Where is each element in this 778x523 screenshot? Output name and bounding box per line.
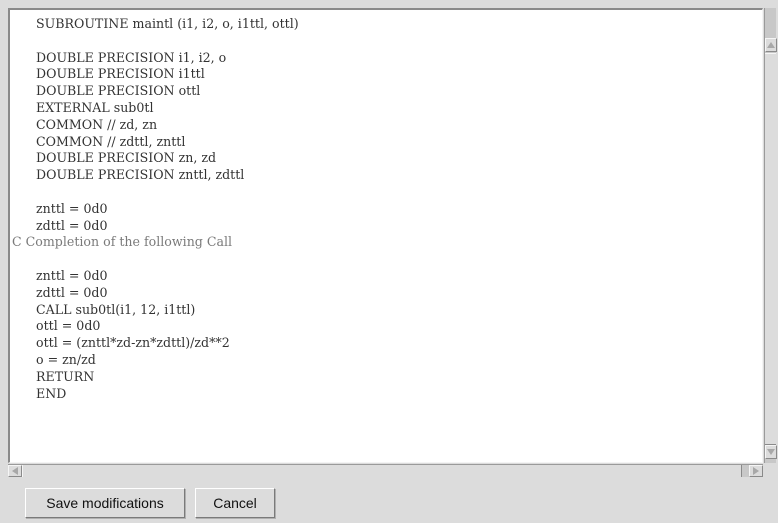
code-line: ottl = 0d0 [12,318,101,334]
cancel-button[interactable]: Cancel [195,488,275,518]
scroll-right-button[interactable] [749,465,763,477]
code-line: DOUBLE PRECISION i1ttl [12,66,205,82]
code-line: znttl = 0d0 [12,267,108,283]
code-line: znttl = 0d0 [12,200,108,216]
code-line: COMMON // zd, zn [12,116,158,132]
code-text-area[interactable]: SUBROUTINE maintl (i1, i2, o, i1ttl, ott… [8,8,763,463]
code-line: RETURN [12,368,95,384]
arrow-right-icon [753,467,759,475]
code-line: COMMON // zdttl, znttl [12,133,186,149]
code-line: o = zn/zd [12,351,96,367]
arrow-left-icon [12,467,18,475]
code-line: EXTERNAL sub0tl [12,99,154,115]
code-line: DOUBLE PRECISION zn, zd [12,150,217,166]
code-line: DOUBLE PRECISION i1, i2, o [12,49,227,65]
code-lines: SUBROUTINE maintl (i1, i2, o, i1ttl, ott… [12,16,299,402]
code-line: DOUBLE PRECISION ottl [12,83,201,99]
save-modifications-button[interactable]: Save modifications [25,488,185,518]
scroll-down-button[interactable] [765,445,777,459]
code-line: DOUBLE PRECISION znttl, zdttl [12,167,245,183]
code-line: END [12,385,67,401]
scroll-left-button[interactable] [8,465,22,477]
code-line: SUBROUTINE maintl (i1, i2, o, i1ttl, ott… [12,16,299,31]
code-comment-line: C Completion of the following Call [12,234,233,250]
vertical-scroll-thumb[interactable] [765,53,776,445]
horizontal-scrollbar[interactable] [8,464,763,477]
code-line: zdttl = 0d0 [12,217,108,233]
code-line: ottl = (znttl*zd-zn*zdttl)/zd**2 [12,335,230,351]
arrow-up-icon [767,42,775,48]
editor-frame: SUBROUTINE maintl (i1, i2, o, i1ttl, ott… [0,0,778,482]
arrow-down-icon [767,449,775,455]
horizontal-scroll-thumb[interactable] [22,465,742,477]
code-line: zdttl = 0d0 [12,284,108,300]
vertical-scrollbar[interactable] [764,8,777,463]
scroll-up-button[interactable] [765,38,777,52]
code-line: CALL sub0tl(i1, 12, i1ttl) [12,301,196,317]
button-bar: Save modifications Cancel [0,482,778,523]
